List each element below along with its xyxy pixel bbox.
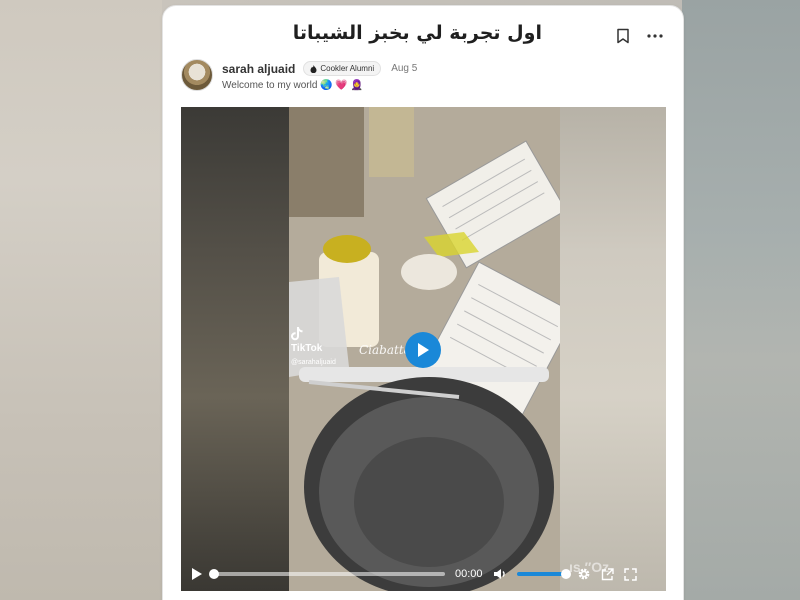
flame-icon xyxy=(310,64,317,73)
badge-label: Cookler Alumni xyxy=(320,64,375,73)
tiktok-label: TikTok xyxy=(291,343,323,354)
avatar[interactable] xyxy=(181,59,213,91)
volume-slider[interactable] xyxy=(516,569,571,579)
post-actions xyxy=(613,26,665,46)
post-title: اول تجربة لي بخبز الشيباتا xyxy=(292,22,542,44)
gear-icon[interactable] xyxy=(577,567,591,581)
tiktok-logo: TikTok xyxy=(291,327,322,354)
play-icon xyxy=(418,343,429,357)
author-bio: Welcome to my world 🌏 💗 🧕 xyxy=(222,80,364,91)
bookmark-icon[interactable] xyxy=(613,26,633,46)
video-overlay-text: Ciabatta xyxy=(359,343,411,357)
page-background-left xyxy=(0,0,162,600)
more-options-icon[interactable] xyxy=(645,26,665,46)
external-link-icon[interactable] xyxy=(601,567,614,581)
author-row: sarah aljuaid Cookler Alumni Aug 5 xyxy=(222,61,417,76)
page-background-right xyxy=(682,0,800,600)
fullscreen-icon[interactable] xyxy=(623,567,637,581)
play-button[interactable] xyxy=(191,567,203,581)
video-blur-right xyxy=(560,107,666,591)
time-display: 00:00 xyxy=(455,568,483,580)
post-date: Aug 5 xyxy=(391,63,418,74)
post-card: اول تجربة لي بخبز الشيباتا sarah aljuaid… xyxy=(162,5,684,600)
music-note-icon xyxy=(291,327,303,341)
play-button-large[interactable] xyxy=(405,332,441,368)
progress-knob[interactable] xyxy=(209,569,219,579)
volume-icon[interactable] xyxy=(493,568,507,580)
tiktok-username: @sarahaljuaid xyxy=(291,359,336,366)
progress-bar[interactable] xyxy=(209,569,445,579)
volume-knob[interactable] xyxy=(560,569,571,579)
play-icon xyxy=(192,568,202,580)
status-badge: Cookler Alumni xyxy=(303,61,382,76)
video-player[interactable]: TikTok @sarahaljuaid Ciabatta ıs.″Oz 00:… xyxy=(181,107,666,591)
video-blur-left xyxy=(181,107,289,591)
author-name[interactable]: sarah aljuaid xyxy=(222,62,295,76)
video-controls: 00:00 xyxy=(181,557,666,591)
